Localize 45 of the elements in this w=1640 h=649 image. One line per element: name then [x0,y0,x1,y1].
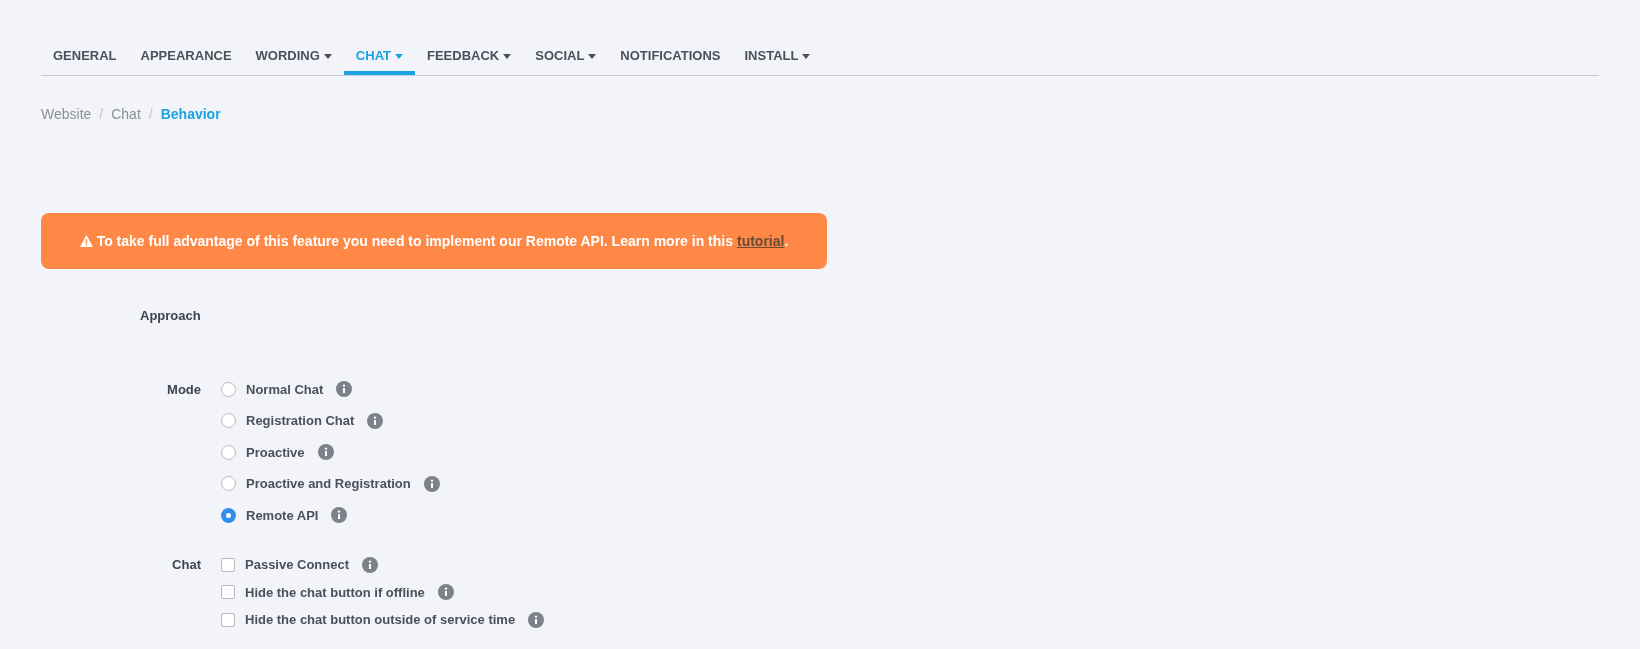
info-icon[interactable] [423,475,440,492]
radio-button[interactable] [221,413,236,429]
warning-icon [79,235,93,247]
checkbox-label[interactable]: Hide the chat button if offline [245,582,425,602]
caret-icon [395,53,403,59]
nav-tab[interactable]: WORDING [243,41,344,75]
radio-button[interactable] [221,444,236,460]
nav-tab[interactable]: APPEARANCE [128,41,244,75]
caret-icon [802,53,811,59]
radio-label[interactable]: Normal Chat [246,379,324,399]
checkbox-label[interactable]: Passive Connect [245,555,350,575]
nav-tab[interactable]: GENERAL [41,41,129,75]
info-icon[interactable] [317,444,334,461]
info-icon[interactable] [528,611,545,628]
radio-label[interactable]: Registration Chat [246,411,355,431]
warning-text: To take full advantage of this feature you need to implement our Remote API. Learn more in this [96,231,733,251]
info-icon[interactable] [367,412,384,429]
warning-text-end: . [784,231,789,251]
checkbox[interactable] [221,612,235,627]
radio-button[interactable] [221,507,236,523]
breadcrumb-item: Behavior [160,105,221,124]
radio-label[interactable]: Proactive and Registration [246,474,411,494]
caret-icon [323,53,332,59]
checkbox-label[interactable]: Hide the chat button outside of service time [245,610,516,630]
field-label: Chat [171,556,202,574]
breadcrumb-separator: / [148,105,153,124]
checkbox[interactable] [221,585,235,600]
info-icon[interactable] [362,556,379,573]
info-icon[interactable] [331,507,348,524]
caret-icon [588,53,597,59]
info-icon[interactable] [437,584,454,601]
field-label: Mode [166,380,202,399]
checkbox[interactable] [221,557,235,572]
caret-icon [503,53,512,59]
nav-tab[interactable]: SOCIAL [523,41,609,75]
nav-tab[interactable]: NOTIFICATIONS [608,41,733,75]
breadcrumb-separator: / [99,105,104,124]
info-icon[interactable] [336,381,353,398]
section-title: Approach [140,307,202,325]
radio-label[interactable]: Remote API [246,505,319,525]
radio-button[interactable] [221,381,236,397]
radio-label[interactable]: Proactive [246,442,305,462]
nav-tab[interactable]: INSTALL [732,41,823,75]
nav-tab[interactable]: FEEDBACK [415,41,524,75]
radio-button[interactable] [221,476,236,492]
